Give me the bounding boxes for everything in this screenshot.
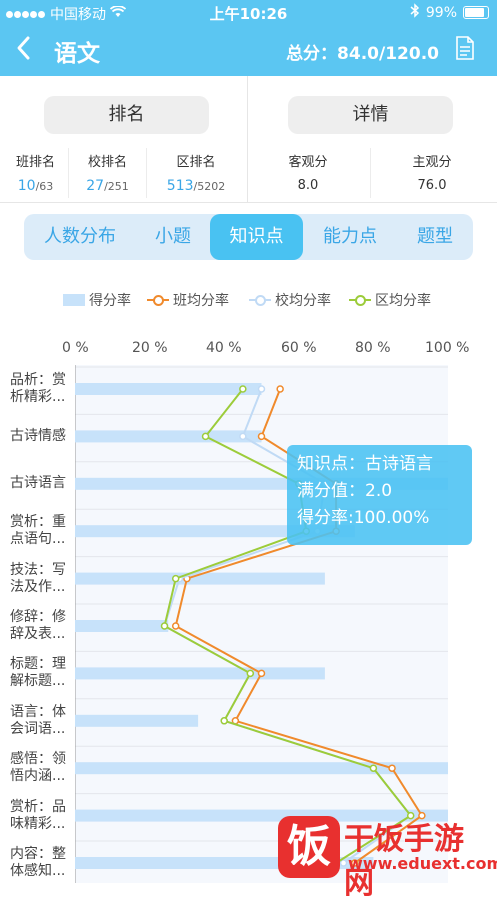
- y-tick-label: 赏析：重 点语句...: [10, 514, 70, 548]
- x-tick: 100 %: [425, 340, 470, 356]
- y-tick-label-line: 悟内涵...: [10, 768, 66, 785]
- watermark-url: www.eduext.com: [348, 854, 497, 873]
- tab-type[interactable]: 题型: [397, 214, 473, 260]
- y-tick-label: 赏析：品 味精彩...: [10, 799, 70, 833]
- bar-0[interactable]: [75, 383, 262, 395]
- series-point-3-1[interactable]: [201, 432, 210, 441]
- y-tick-label-line: 内容：整: [10, 846, 66, 862]
- objective-score: 客观分 8.0: [288, 155, 328, 193]
- bluetooth-icon: [410, 3, 420, 22]
- bar-5[interactable]: [75, 620, 169, 632]
- y-tick-label-line: 点语句...: [10, 531, 66, 548]
- bar-6[interactable]: [75, 667, 325, 680]
- series-point-1-1[interactable]: [257, 432, 266, 441]
- series-point-1-8[interactable]: [388, 764, 396, 772]
- legend-line-swatch: [249, 294, 271, 306]
- y-tick-label-line: 解标题...: [10, 673, 66, 690]
- y-tick-label-line: 感悟：领: [10, 751, 66, 768]
- watermark-logo: 饭 干饭手游网 www.eduext.com: [278, 812, 497, 901]
- district-rank: 区排名 513/5202: [166, 155, 226, 194]
- nav-bar: 语文 总分：84.0/120.0: [0, 24, 497, 76]
- x-tick: 20 %: [132, 340, 168, 356]
- y-tick-label: 品析：赏 析精彩...: [10, 372, 70, 406]
- chart-tooltip: 知识点：古诗语言 满分值：2.0 得分率:100.00%: [287, 445, 472, 545]
- y-tick-label-line: 法及作...: [10, 578, 66, 595]
- series-point-3-5[interactable]: [160, 622, 169, 630]
- tab-distribution[interactable]: 人数分布: [24, 214, 136, 260]
- school-rank: 校排名 27/251: [86, 155, 129, 194]
- y-tick-label-line: 修辞：修: [10, 609, 66, 625]
- document-icon[interactable]: [455, 36, 475, 60]
- battery-icon: [463, 6, 489, 19]
- series-point-1-0[interactable]: [276, 385, 284, 393]
- x-tick: 0 %: [62, 340, 89, 356]
- y-tick-label: 标题：理 解标题...: [10, 656, 70, 690]
- y-tick-label-line: 赏析：重: [10, 514, 66, 531]
- y-tick-label: 语言：体 会词语...: [10, 704, 70, 738]
- series-point-1-5[interactable]: [171, 622, 180, 630]
- series-point-3-4[interactable]: [171, 574, 180, 583]
- details-panel: 详情 客观分 8.0 主观分 76.0: [248, 76, 497, 202]
- y-tick-label-line: 标题：理: [10, 656, 66, 673]
- legend-bar-swatch: [63, 294, 85, 306]
- ranking-button[interactable]: 排名: [44, 96, 209, 134]
- y-tick-label-line: 味精彩...: [10, 815, 66, 832]
- legend-score[interactable]: 得分率: [63, 290, 131, 310]
- y-tick-label: 修辞：修 辞及表...: [10, 609, 70, 643]
- y-tick-label-line: 语言：体: [10, 703, 66, 720]
- y-tick-label: 古诗语言: [10, 475, 70, 492]
- status-bar: 中国移动 上午10:26 99%: [0, 0, 497, 24]
- battery-percent: 99%: [425, 4, 457, 21]
- y-tick-label-line: 析精彩...: [10, 389, 66, 405]
- chart-plot-area: [75, 365, 448, 883]
- series-point-2-1[interactable]: [239, 432, 247, 441]
- y-tick-label-line: 古诗情感: [10, 427, 66, 444]
- y-tick-label: 感悟：领 悟内涵...: [10, 751, 70, 785]
- back-icon[interactable]: [14, 34, 44, 64]
- series-point-3-7[interactable]: [220, 717, 228, 725]
- legend-line-swatch: [349, 294, 371, 306]
- y-tick-label-line: 体感知...: [10, 863, 66, 879]
- total-score: 总分：84.0/120.0: [286, 44, 439, 64]
- series-point-3-6[interactable]: [246, 669, 255, 678]
- bar-7[interactable]: [75, 714, 199, 727]
- y-tick-label-line: 赏析：品: [10, 798, 66, 815]
- series-point-1-6[interactable]: [257, 669, 266, 678]
- y-tick-label-line: 技法：写: [10, 561, 66, 578]
- legend-line-swatch: [147, 294, 169, 306]
- y-tick-label-line: 品析：赏: [10, 372, 66, 388]
- x-tick: 40 %: [206, 340, 242, 356]
- legend-school[interactable]: 校均分率: [249, 290, 331, 310]
- y-tick-label: 技法：写 法及作...: [10, 562, 70, 596]
- ranking-panel: 排名 班排名 10/63 校排名 27/251 区排名 513/5202: [0, 76, 248, 202]
- y-tick-label-line: 会词语...: [10, 720, 66, 737]
- page-title: 语文: [54, 41, 100, 67]
- watermark-glyph: 饭: [278, 816, 340, 878]
- x-tick: 80 %: [355, 340, 391, 356]
- y-tick-label: 内容：整 体感知...: [10, 846, 70, 880]
- details-button[interactable]: 详情: [288, 96, 453, 134]
- class-rank: 班排名 10/63: [15, 155, 55, 194]
- tab-questions[interactable]: 小题: [136, 214, 210, 260]
- knowledge-chart: [75, 365, 448, 883]
- y-tick-label-line: 古诗语言: [10, 475, 66, 492]
- y-tick-label: 古诗情感: [10, 428, 70, 445]
- series-point-3-8[interactable]: [369, 764, 378, 772]
- y-tick-label-line: 辞及表...: [10, 626, 66, 642]
- series-point-3-0[interactable]: [239, 385, 247, 393]
- tab-ability[interactable]: 能力点: [303, 214, 397, 260]
- chart-legend: 得分率 班均分率 校均分率 区均分率: [0, 290, 497, 312]
- x-tick: 60 %: [281, 340, 317, 356]
- subjective-score: 主观分 76.0: [412, 155, 452, 193]
- legend-district[interactable]: 区均分率: [349, 290, 431, 310]
- series-point-2-0[interactable]: [257, 385, 266, 393]
- bar-1[interactable]: [75, 430, 262, 443]
- tab-bar: 人数分布 小题 知识点 能力点 题型: [24, 214, 473, 260]
- legend-class[interactable]: 班均分率: [147, 290, 229, 310]
- tab-knowledge[interactable]: 知识点: [210, 214, 303, 260]
